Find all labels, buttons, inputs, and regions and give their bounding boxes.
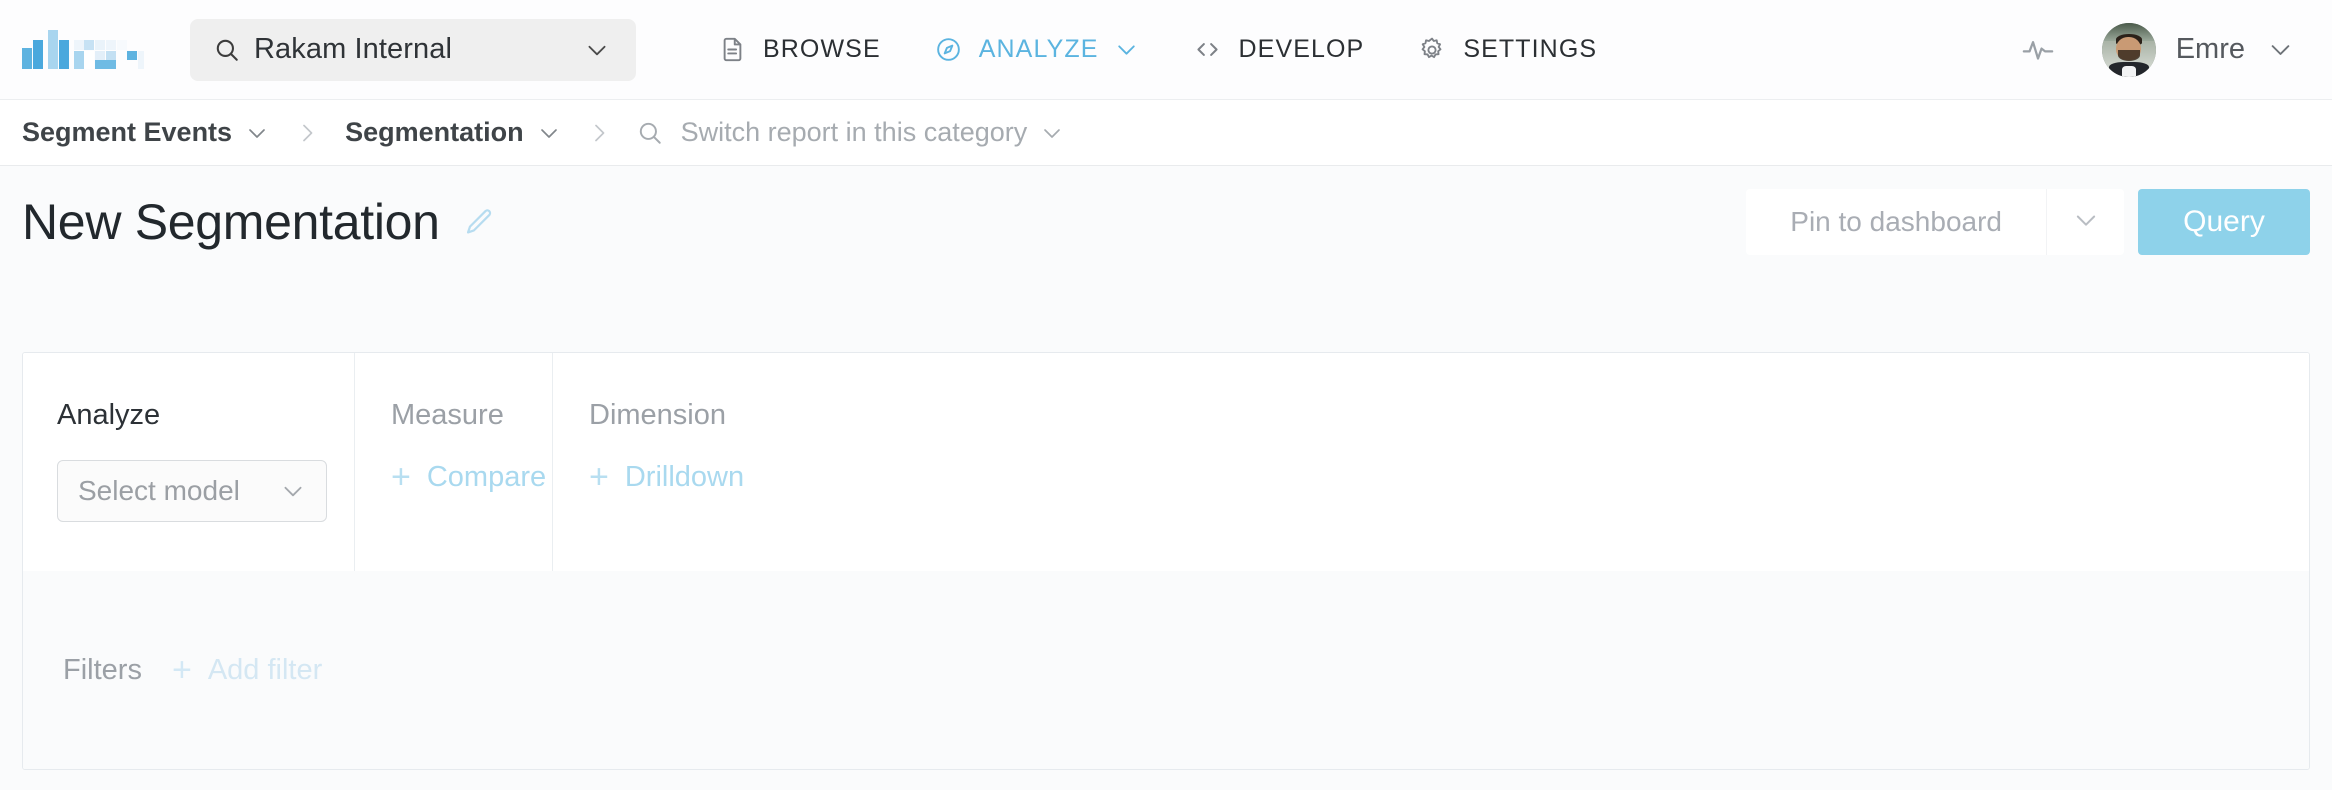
logo-cell	[95, 39, 106, 50]
filters-label: Filters	[63, 653, 142, 686]
breadcrumb-item-segmentation[interactable]: Segmentation	[345, 117, 561, 148]
logo-cell	[105, 50, 116, 61]
logo-cell	[58, 39, 69, 69]
pin-to-dashboard-button[interactable]: Pin to dashboard	[1746, 189, 2046, 255]
add-filter-label: Add filter	[207, 653, 323, 686]
filters-section: Filters + Add filter	[23, 571, 2309, 769]
nav-item-browse[interactable]: BROWSE	[692, 0, 908, 100]
chevron-down-icon	[2072, 206, 2100, 239]
measure-column: Measure + Compare	[355, 353, 553, 571]
dimension-label: Dimension	[589, 399, 726, 431]
nav-right-group: Emre	[2010, 22, 2332, 78]
logo-cell	[105, 39, 116, 50]
chevron-down-icon	[2267, 36, 2294, 63]
report-switch-search[interactable]: Switch report in this category	[637, 117, 1065, 148]
search-icon	[214, 37, 240, 63]
add-drilldown-button[interactable]: + Drilldown	[589, 460, 2309, 494]
chevron-down-icon	[537, 121, 561, 145]
measure-label: Measure	[391, 399, 504, 431]
nav-label-settings: SETTINGS	[1463, 35, 1598, 63]
select-model-dropdown[interactable]: Select model	[57, 460, 327, 522]
logo-cell	[84, 39, 95, 50]
chevron-down-icon	[1114, 37, 1139, 62]
workspace-selector[interactable]: Rakam Internal	[190, 18, 636, 81]
logo-cell	[137, 50, 145, 69]
nav-label-analyze: ANALYZE	[978, 35, 1099, 63]
user-menu[interactable]: Emre	[2101, 22, 2294, 77]
analyze-label: Analyze	[57, 399, 161, 431]
pin-to-dashboard-group: Pin to dashboard	[1746, 189, 2124, 255]
page-title-row: New Segmentation Pin to dashboard Query	[0, 167, 2332, 277]
workspace-name: Rakam Internal	[254, 33, 453, 65]
activity-pulse-icon[interactable]	[2010, 22, 2066, 78]
dimension-column: Dimension + Drilldown	[553, 353, 2309, 571]
rakam-logo[interactable]	[22, 28, 148, 72]
select-model-placeholder: Select model	[78, 475, 240, 506]
chevron-down-icon	[245, 121, 269, 145]
user-name: Emre	[2175, 33, 2245, 65]
pin-dropdown-toggle[interactable]	[2046, 189, 2124, 255]
breadcrumb-label: Segmentation	[345, 117, 524, 147]
compass-icon	[935, 36, 962, 63]
chevron-right-icon	[295, 121, 319, 145]
pencil-edit-icon[interactable]	[462, 206, 495, 239]
page-actions: Pin to dashboard Query	[1746, 189, 2310, 255]
search-icon	[637, 120, 663, 146]
page-title: New Segmentation	[22, 194, 440, 250]
app-root: Rakam Internal BROWSE ANALYZE DEVELOP SE…	[0, 0, 2332, 790]
logo-cell	[47, 30, 58, 69]
logo-cell	[22, 48, 33, 69]
logo-cell	[73, 39, 84, 50]
query-button[interactable]: Query	[2138, 189, 2310, 255]
logo-cell	[95, 50, 106, 61]
chevron-down-icon	[1040, 121, 1064, 145]
add-filter-button[interactable]: + Add filter	[172, 653, 322, 687]
chevron-down-icon	[584, 37, 610, 63]
pin-to-dashboard-label: Pin to dashboard	[1790, 206, 2002, 237]
nav-label-develop: DEVELOP	[1238, 35, 1365, 63]
logo-cell	[95, 60, 116, 69]
report-builder-columns: Analyze Select model Measure + Compare D…	[23, 353, 2309, 571]
nav-item-settings[interactable]: SETTINGS	[1391, 0, 1624, 100]
code-icon	[1193, 35, 1222, 64]
analyze-column: Analyze Select model	[23, 353, 355, 571]
avatar	[2101, 22, 2156, 77]
document-icon	[719, 36, 746, 63]
top-navigation-bar: Rakam Internal BROWSE ANALYZE DEVELOP SE…	[0, 0, 2332, 100]
main-nav: BROWSE ANALYZE DEVELOP SETTINGS	[692, 0, 1624, 100]
add-compare-label: Compare	[426, 460, 547, 493]
logo-cell	[32, 39, 43, 69]
report-builder-card: Analyze Select model Measure + Compare D…	[22, 352, 2310, 770]
breadcrumb-label: Segment Events	[22, 117, 233, 147]
nav-item-develop[interactable]: DEVELOP	[1166, 0, 1392, 100]
plus-icon: +	[391, 458, 411, 496]
logo-cell	[116, 39, 127, 50]
nav-item-analyze[interactable]: ANALYZE	[908, 0, 1166, 100]
logo-cell	[127, 50, 138, 61]
add-compare-button[interactable]: + Compare	[391, 460, 552, 494]
plus-icon: +	[589, 458, 609, 496]
breadcrumb-item-segment-events[interactable]: Segment Events	[22, 117, 269, 148]
report-switch-placeholder: Switch report in this category	[680, 117, 1028, 147]
logo-cell	[73, 50, 84, 69]
gear-icon	[1418, 36, 1446, 64]
breadcrumb: Segment Events Segmentation Switch repor…	[0, 100, 2332, 166]
nav-label-browse: BROWSE	[763, 35, 881, 63]
chevron-down-icon	[280, 478, 306, 504]
plus-icon: +	[171, 651, 192, 689]
logo-cell	[84, 50, 95, 69]
add-drilldown-label: Drilldown	[624, 460, 745, 493]
chevron-right-icon	[587, 121, 611, 145]
